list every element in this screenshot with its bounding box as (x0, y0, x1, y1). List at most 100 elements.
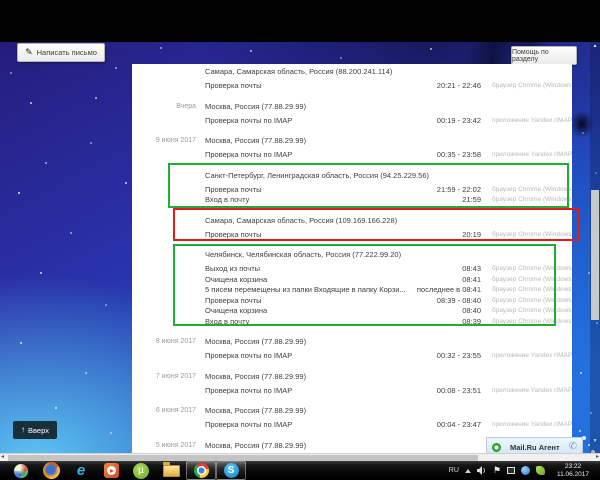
activity-group: Самара, Самарская область, Россия (88.20… (205, 66, 572, 92)
action-time: 00:35 - 23:58 (411, 150, 481, 159)
action-label: Проверка почты (205, 230, 411, 239)
taskbar-skype[interactable]: S (216, 461, 246, 480)
internet-explorer-icon: e (77, 463, 85, 478)
location-line: Челябинск, Челябинская область, Россия (… (205, 249, 572, 264)
speaker-icon[interactable] (477, 466, 487, 475)
activity-log-list: Самара, Самарская область, Россия (88.20… (132, 66, 572, 474)
action-row: Проверка почты по IMAP00:04 - 23:47 прило… (205, 420, 572, 431)
section-help-button[interactable]: Помощь по разделу (511, 46, 577, 65)
firefox-icon (43, 462, 60, 479)
tray-window-icon[interactable] (507, 467, 515, 474)
action-label: Выход из почты (205, 264, 411, 273)
action-time: 00:19 - 23:42 (411, 116, 481, 125)
scroll-right-arrow-icon[interactable]: ▸ (596, 454, 599, 461)
action-client: браузер Chrome (Windows 10) (492, 275, 572, 284)
action-time: 20:19 (411, 230, 481, 239)
action-client: браузер Chrome (Windows 10) (492, 285, 572, 294)
action-row: Вход в почту21:59 браузер Chrome (Windows… (205, 195, 572, 206)
mailru-agent-tray-icon[interactable] (521, 466, 530, 475)
activity-group: 9 июня 2017Москва, Россия (77.88.29.99)П… (205, 135, 572, 161)
desktop-screen: ✎ Написать письмо Помощь по разделу Сама… (0, 0, 600, 480)
action-client: браузер Chrome (Windows 7) (492, 81, 572, 90)
scroll-up-arrow-icon[interactable]: ▲ (590, 43, 600, 49)
action-client: браузер Chrome (Windows 10) (492, 264, 572, 273)
action-time: 00:08 - 23:51 (411, 386, 481, 395)
horizontal-scrollbar[interactable]: ◂ ▸ (0, 453, 600, 461)
action-label: Вход в почту (205, 195, 411, 204)
taskbar-app-icons: e µ S (0, 461, 246, 480)
agent-label: Mail.Ru Агент (506, 443, 564, 452)
date-label: Вчера (132, 103, 196, 110)
up-button-label: Вверх (28, 426, 49, 435)
action-row: Проверка почты20:19браузер Chrome (Windo… (205, 230, 572, 241)
agent-status-icon (492, 443, 501, 452)
taskbar-clock[interactable]: 23:22 11.06.2017 (551, 463, 595, 479)
location-line: Москва, Россия (77.88.29.99) (205, 371, 572, 386)
action-label: Очищена корзина (205, 275, 411, 284)
clock-time: 23:22 (551, 463, 595, 471)
date-label: 6 июня 2017 (132, 407, 196, 414)
scroll-to-top-button[interactable]: ↑ Вверх (13, 421, 57, 439)
clock-date: 11.06.2017 (551, 471, 595, 479)
action-label: Проверка почты по IMAP (205, 116, 411, 125)
activity-group: 7 июня 2017Москва, Россия (77.88.29.99)П… (205, 371, 572, 397)
taskbar-utorrent[interactable]: µ (126, 461, 156, 480)
taskbar-internet-explorer[interactable]: e (66, 461, 96, 480)
location-line: Москва, Россия (77.88.29.99) (205, 405, 572, 420)
date-label: 9 июня 2017 (132, 137, 196, 144)
action-row: Очищена корзина08:40браузер Chrome (Wind… (205, 306, 572, 317)
action-label: Вход в почту (205, 317, 411, 326)
action-client: браузер Chrome (Windows 8.1) (492, 195, 572, 204)
top-black-bar (0, 0, 600, 42)
location-line: Москва, Россия (77.88.29.99) (205, 101, 572, 116)
action-time: 08:39 (411, 317, 481, 326)
agent-phone-icon[interactable]: ✆ (569, 442, 577, 452)
vertical-scrollbar-thumb[interactable] (591, 190, 599, 320)
action-label: 5 писем перемещены из папки Входящие в п… (205, 285, 411, 294)
action-row: Проверка почты по IMAP00:19 - 23:42прило… (205, 116, 572, 127)
action-time: 00:04 - 23:47 (411, 420, 481, 429)
action-row: 5 писем перемещены из папки Входящие в п… (205, 285, 572, 296)
action-time: 08:43 (411, 264, 481, 273)
action-time: 21:59 (411, 195, 481, 204)
start-button[interactable] (6, 461, 36, 480)
action-label: Проверка почты по IMAP (205, 420, 411, 429)
taskbar-chrome[interactable] (186, 461, 216, 480)
taskbar-media-player[interactable] (96, 461, 126, 480)
action-row: Очищена корзина08:41браузер Chrome (Wind… (205, 275, 572, 286)
up-arrow-icon: ↑ (21, 426, 25, 434)
windows-orb-icon (13, 463, 29, 479)
location-line: Москва, Россия (77.88.29.99) (205, 135, 572, 150)
action-label: Проверка почты (205, 296, 411, 305)
skype-icon: S (224, 463, 239, 478)
action-row: Проверка почты по IMAP00:08 - 23:51прило… (205, 386, 572, 397)
action-client: браузер Chrome (Windows 8.1) (492, 185, 572, 194)
leaf-tray-icon[interactable] (536, 466, 545, 475)
compose-mail-button[interactable]: ✎ Написать письмо (17, 43, 105, 62)
activity-log-panel: Самара, Самарская область, Россия (88.20… (132, 64, 572, 461)
hidden-icons-arrow-icon[interactable] (465, 469, 471, 473)
help-button-label: Помощь по разделу (512, 49, 576, 63)
activity-group: Самара, Самарская область, Россия (109.1… (205, 215, 572, 241)
action-center-flag-icon[interactable]: ⚑ (493, 466, 501, 475)
taskbar-firefox[interactable] (36, 461, 66, 480)
location-line: Самара, Самарская область, Россия (88.20… (205, 66, 572, 81)
starfield (0, 42, 2, 44)
action-label: Проверка почты (205, 81, 411, 90)
location-line: Самара, Самарская область, Россия (109.1… (205, 215, 572, 230)
taskbar-file-explorer[interactable] (156, 461, 186, 480)
action-label: Проверка почты по IMAP (205, 351, 411, 360)
folder-icon (163, 465, 180, 477)
location-line: Санкт-Петербург, Ленинградская область, … (205, 170, 572, 185)
action-client: приложение Yandex rIMAP (492, 420, 572, 429)
date-label: 8 июня 2017 (132, 338, 196, 345)
compose-pencil-icon: ✎ (25, 48, 33, 57)
vertical-scrollbar[interactable]: ▲ ▼ (590, 42, 600, 453)
scroll-down-arrow-icon[interactable]: ▼ (590, 438, 600, 444)
scroll-left-arrow-icon[interactable]: ◂ (1, 454, 4, 461)
action-client: приложение Yandex rIMAP (492, 351, 572, 360)
compose-button-label: Написать письмо (37, 48, 97, 57)
action-label: Проверка почты (205, 185, 411, 194)
language-indicator[interactable]: RU (449, 467, 459, 474)
activity-group: 6 июня 2017Москва, Россия (77.88.29.99)П… (205, 405, 572, 431)
